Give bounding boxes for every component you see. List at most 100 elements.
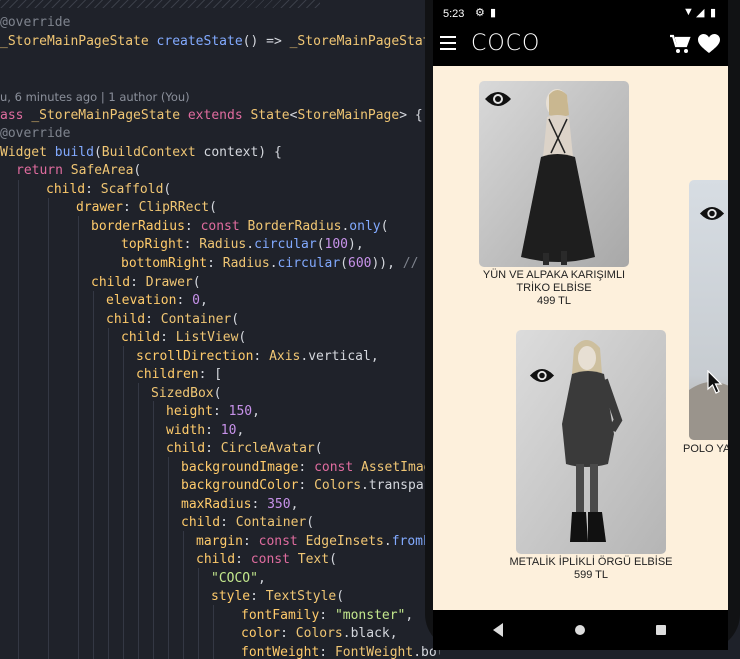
code-token: : <box>130 275 146 290</box>
product-card[interactable] <box>516 330 666 554</box>
product-card[interactable] <box>479 81 629 267</box>
eye-icon[interactable] <box>529 366 555 385</box>
code-token: ( <box>133 163 142 178</box>
code-token: ( <box>380 219 389 234</box>
indent-guide <box>93 291 94 659</box>
code-line[interactable]: _StoreMainPageState createState() => _St… <box>0 33 438 51</box>
code-line[interactable]: SizedBox( <box>151 385 221 403</box>
code-token: createState <box>156 34 243 49</box>
code-token: const <box>258 534 298 549</box>
code-line[interactable]: child: Scaffold( <box>46 181 171 199</box>
code-token: 100 <box>324 237 349 252</box>
product-name: POLO YA <box>683 443 728 455</box>
product-caption: YÜN VE ALPAKA KARIŞIMLI TRİKO ELBİSE 499… <box>459 269 649 308</box>
product-name: YÜN VE ALPAKA KARIŞIMLI <box>482 269 626 281</box>
indent-guide <box>108 328 109 659</box>
eye-icon[interactable] <box>484 89 512 109</box>
code-token: @override <box>0 126 71 141</box>
status-bar: 5:23 ⚙ ▮ ▼ ◢ ▮ <box>433 0 728 26</box>
product-name: METALİK İPLİKLİ ÖRGÜ ELBİSE <box>509 556 673 568</box>
code-line[interactable]: topRight: Radius.circular(100), <box>121 236 364 254</box>
eye-icon[interactable] <box>699 204 725 223</box>
code-line[interactable]: fontWeight: FontWeight.bold, <box>241 644 440 659</box>
code-line[interactable]: @override <box>0 125 70 143</box>
code-token: : <box>280 626 296 641</box>
mouse-cursor-icon <box>707 370 723 394</box>
code-line[interactable]: ass _StoreMainPageState extends State<St… <box>0 107 423 125</box>
code-line[interactable]: return SafeArea( <box>16 162 141 180</box>
code-token: Widget <box>0 145 47 160</box>
code-token: : <box>298 460 315 475</box>
code-line[interactable]: borderRadius: const BorderRadius.only( <box>91 218 388 236</box>
code-line[interactable]: style: TextStyle( <box>211 588 344 606</box>
code-token: , <box>252 404 260 419</box>
indent-guide <box>183 531 184 659</box>
code-token: , <box>405 608 414 623</box>
code-editor[interactable]: u, 6 minutes ago | 1 author (You) @overr… <box>0 0 440 659</box>
code-line[interactable]: scrollDirection: Axis.vertical, <box>136 348 379 366</box>
code-token: fontFamily <box>241 608 320 623</box>
code-line[interactable]: elevation: 0, <box>106 292 208 310</box>
code-token: ListView <box>175 330 239 345</box>
code-token: : <box>251 497 268 512</box>
code-token: ( <box>314 441 323 456</box>
code-line[interactable]: "COCO", <box>211 570 266 588</box>
code-line[interactable]: backgroundImage: const AssetImage <box>181 459 439 477</box>
code-token: : <box>184 219 201 234</box>
code-line[interactable]: maxRadius: 350, <box>181 496 298 514</box>
code-line[interactable]: fontFamily: "monster", <box>241 607 413 625</box>
code-token: child <box>91 275 131 290</box>
code-line[interactable]: children: [ <box>136 366 222 384</box>
sd-card-icon: ▮ <box>490 7 497 19</box>
code-line[interactable]: child: Container( <box>106 311 239 329</box>
recents-icon[interactable] <box>655 624 667 636</box>
code-token: : <box>235 552 251 567</box>
code-token: _StoreMainPageState <box>31 108 181 123</box>
code-token: extends <box>187 108 243 123</box>
code-line[interactable]: width: 10, <box>166 422 244 440</box>
code-token: State <box>250 108 290 123</box>
code-token: child <box>196 552 236 567</box>
code-line[interactable]: backgroundColor: Colors.transpare <box>181 477 439 495</box>
code-line[interactable]: child: Drawer( <box>91 274 201 292</box>
code-token: ( <box>93 145 102 160</box>
code-token: child <box>181 515 221 530</box>
code-token: : <box>183 237 200 252</box>
code-token: : <box>207 256 223 271</box>
back-icon[interactable] <box>491 622 505 638</box>
code-token: ), <box>348 237 364 252</box>
code-line[interactable]: color: Colors.black, <box>241 625 398 643</box>
code-token: _StoreMainPageState <box>289 34 439 49</box>
git-blame-annotation: u, 6 minutes ago | 1 author (You) <box>0 90 190 104</box>
indent-guide <box>48 198 49 659</box>
code-line[interactable]: Widget build(BuildContext context) { <box>0 144 282 162</box>
product-card[interactable] <box>689 180 728 440</box>
code-line[interactable]: margin: const EdgeInsets.fromL <box>196 533 431 551</box>
code-token: , <box>236 423 245 438</box>
heart-icon[interactable] <box>698 34 720 54</box>
code-token: : <box>176 293 193 308</box>
menu-icon[interactable] <box>440 36 456 50</box>
code-line[interactable]: @override <box>0 14 70 32</box>
code-token: topRight <box>121 237 184 252</box>
app-screen[interactable]: 5:23 ⚙ ▮ ▼ ◢ ▮ COCO YÜN VE ALPAKA KARIŞI… <box>433 0 728 650</box>
code-line[interactable]: height: 150, <box>166 403 260 421</box>
home-icon[interactable] <box>574 624 586 636</box>
code-line[interactable]: bottomRight: Radius.circular(600)), // B <box>121 255 434 273</box>
code-token: CircleAvatar <box>220 441 315 456</box>
code-line[interactable]: child: CircleAvatar( <box>166 440 323 458</box>
code-token: Axis <box>269 349 301 364</box>
code-token: only <box>349 219 381 234</box>
code-line[interactable]: child: ListView( <box>121 329 246 347</box>
code-token: ( <box>306 515 315 530</box>
code-line[interactable]: child: const Text( <box>196 551 337 569</box>
code-line[interactable]: child: Container( <box>181 514 314 532</box>
code-line[interactable]: drawer: ClipRRect( <box>76 199 217 217</box>
code-token: "COCO" <box>211 571 258 586</box>
code-token: > { <box>399 108 423 123</box>
cart-icon[interactable] <box>669 34 691 54</box>
code-token: context) { <box>195 145 282 160</box>
code-token: backgroundColor <box>181 478 299 493</box>
code-token: BuildContext <box>101 145 196 160</box>
